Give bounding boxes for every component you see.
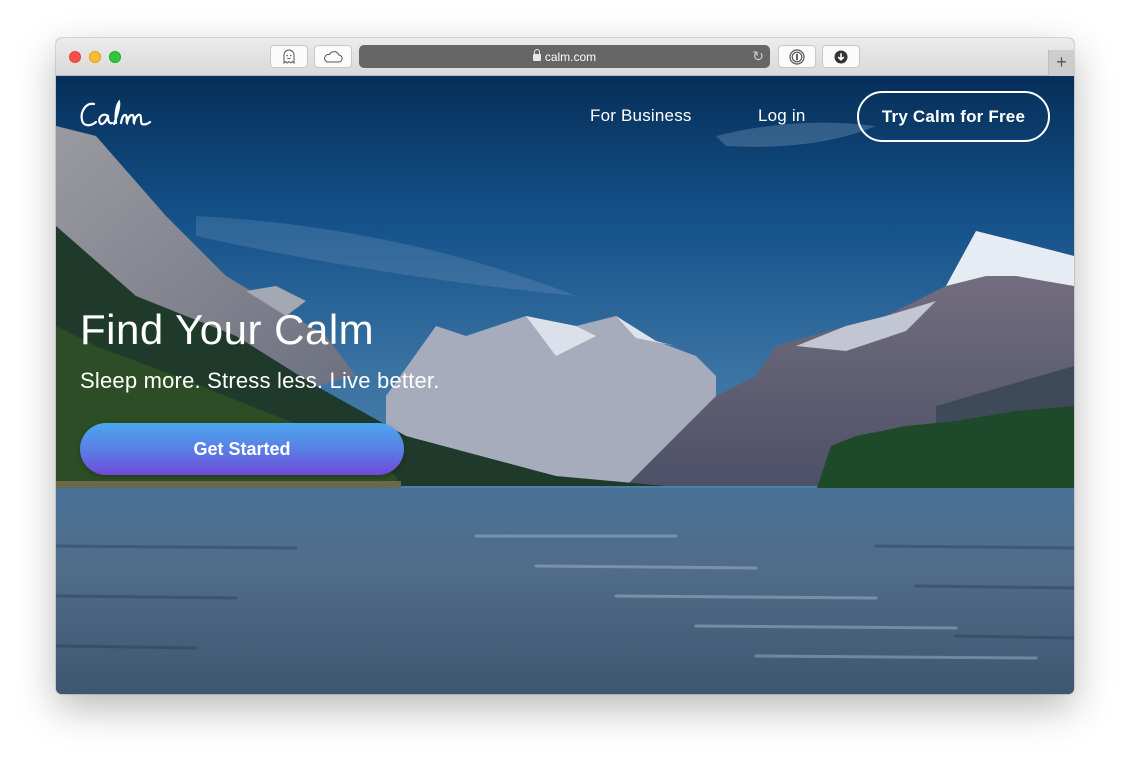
zoom-window-button[interactable]: [109, 51, 121, 63]
minimize-window-button[interactable]: [89, 51, 101, 63]
url-text: calm.com: [544, 49, 597, 64]
hero-subtitle: Sleep more. Stress less. Live better.: [80, 368, 440, 393]
nav-link-for-business[interactable]: For Business: [590, 106, 692, 126]
ghost-icon: [283, 49, 295, 64]
lock-icon: [532, 49, 541, 61]
cloud-icon: [324, 50, 343, 63]
ghostery-extension-button[interactable]: [270, 45, 308, 68]
downloads-button[interactable]: [822, 45, 860, 68]
calm-logo[interactable]: [78, 98, 154, 139]
browser-window: calm.com ↻ + For Business Log in Try Cal…: [56, 38, 1074, 694]
calm-homepage: For Business Log in Try Calm for Free Fi…: [56, 76, 1074, 694]
browser-titlebar: calm.com ↻ +: [56, 38, 1074, 76]
get-started-button[interactable]: Get Started: [80, 423, 404, 475]
try-calm-free-button[interactable]: Try Calm for Free: [857, 91, 1050, 142]
nav-link-log-in[interactable]: Log in: [758, 106, 806, 126]
hero-title: Find Your Calm: [80, 306, 375, 353]
download-arrow-icon: [834, 50, 848, 63]
new-tab-button[interactable]: +: [1048, 50, 1074, 76]
reload-icon[interactable]: ↻: [752, 48, 764, 65]
calm-script-logo-icon: [80, 99, 152, 127]
1password-icon: [789, 48, 805, 65]
icloud-tabs-button[interactable]: [314, 45, 352, 68]
1password-extension-button[interactable]: [778, 45, 816, 68]
close-window-button[interactable]: [69, 51, 81, 63]
address-bar[interactable]: calm.com ↻: [359, 45, 770, 68]
